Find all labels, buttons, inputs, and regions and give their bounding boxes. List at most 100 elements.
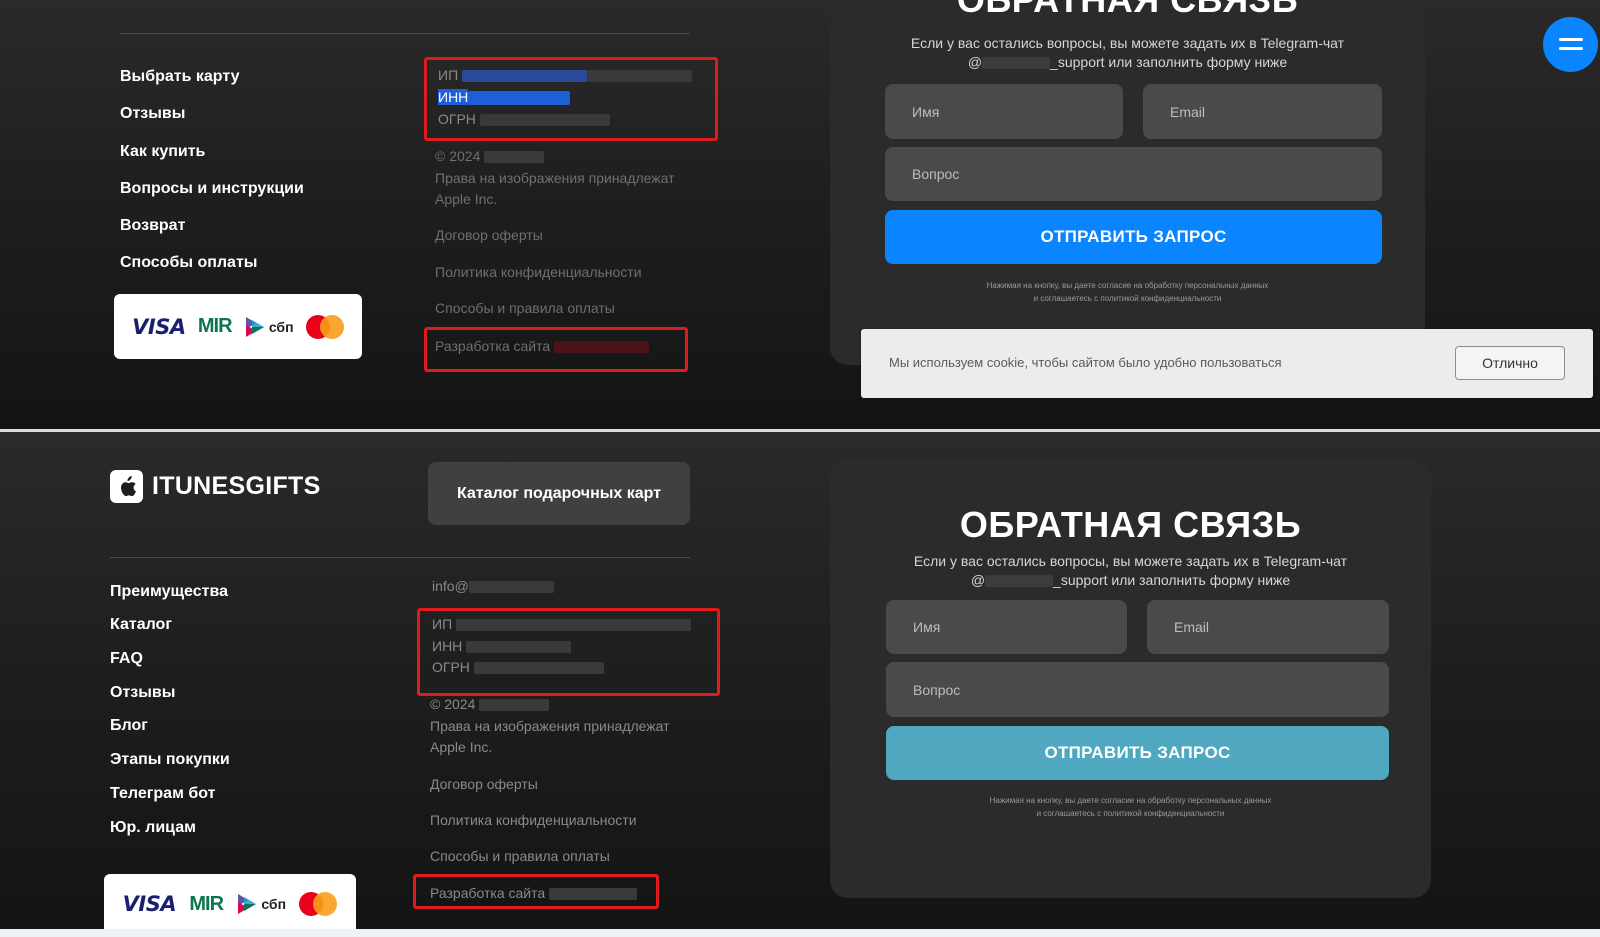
redacted-text	[479, 699, 550, 712]
mir-logo: MIR	[189, 892, 224, 915]
nav-link[interactable]: Отзывы	[110, 684, 175, 702]
legal-inn-label: ИНН	[438, 89, 469, 105]
email-prefix: info@	[432, 578, 469, 594]
copyright-year: © 2024	[435, 148, 481, 164]
redacted-text	[468, 91, 571, 106]
redacted-text	[484, 151, 545, 164]
cookie-banner: Мы используем cookie, чтобы сайтом было …	[861, 329, 1593, 398]
cookie-text: Мы используем cookie, чтобы сайтом было …	[889, 355, 1282, 370]
privacy-policy-link[interactable]: Политика конфиденциальности	[430, 810, 637, 831]
site-logo[interactable]: ITUNESGIFTS	[110, 470, 321, 503]
apple-icon	[110, 470, 143, 503]
consent-line: и соглашаетесь с политикой конфиденциаль…	[1036, 809, 1225, 818]
payment-methods-card: VISA MIR сбп	[114, 294, 362, 359]
visa-logo: VISA	[122, 892, 177, 916]
developer-credit[interactable]: Разработка сайта	[430, 883, 638, 904]
name-input[interactable]: Имя	[885, 84, 1123, 139]
feedback-title: ОБРАТНАЯ СВЯЗЬ	[830, 0, 1425, 21]
submit-request-button[interactable]: ОТПРАВИТЬ ЗАПРОС	[886, 726, 1389, 780]
nav-link[interactable]: Способы оплаты	[120, 254, 257, 272]
legal-ogrn-label: ОГРН	[438, 111, 476, 127]
redacted-text	[587, 70, 693, 83]
submit-request-button[interactable]: ОТПРАВИТЬ ЗАПРОС	[885, 210, 1382, 264]
footer-screenshot-top: Выбрать карту Отзывы Как купить Вопросы …	[0, 0, 1600, 429]
legal-ip: ИП	[432, 614, 692, 635]
sbp-label: сбп	[261, 896, 287, 912]
nav-link[interactable]: FAQ	[110, 650, 143, 668]
nav-link[interactable]: Этапы покупки	[110, 751, 230, 769]
feedback-form-card: ОБРАТНАЯ СВЯЗЬ Если у вас остались вопро…	[830, 0, 1425, 365]
question-input[interactable]: Вопрос	[886, 662, 1389, 717]
sbp-logo: сбп	[244, 315, 294, 339]
nav-link[interactable]: Юр. лицам	[110, 819, 196, 837]
copyright: © 2024	[430, 694, 550, 715]
redacted-text	[468, 581, 554, 594]
image-rights-line: Права на изображения принадлежат	[430, 718, 670, 734]
feedback-description: Если у вас остались вопросы, вы можете з…	[830, 34, 1425, 72]
legal-ip-label: ИП	[438, 67, 459, 83]
nav-link[interactable]: Как купить	[120, 143, 205, 161]
question-input[interactable]: Вопрос	[885, 147, 1382, 201]
cookie-accept-button[interactable]: Отлично	[1455, 346, 1565, 380]
offer-agreement-link[interactable]: Договор оферты	[435, 225, 543, 246]
redacted-text	[479, 114, 610, 127]
telegram-suffix: _support или заполнить форму ниже	[1053, 572, 1291, 588]
nav-link[interactable]: Каталог	[110, 616, 172, 634]
menu-icon[interactable]	[1543, 17, 1598, 72]
developer-credit[interactable]: Разработка сайта	[435, 336, 650, 357]
nav-link[interactable]: Вопросы и инструкции	[120, 180, 304, 198]
sbp-label: сбп	[268, 318, 294, 335]
mir-logo: MIR	[197, 315, 233, 337]
visa-logo: VISA	[132, 314, 186, 339]
telegram-at: @	[967, 54, 983, 70]
nav-link[interactable]: Телеграм бот	[110, 785, 215, 803]
email-input[interactable]: Email	[1143, 84, 1382, 139]
nav-link[interactable]: Преимущества	[110, 583, 228, 601]
name-input[interactable]: Имя	[886, 600, 1127, 654]
consent-line: и соглашаетесь с политикой конфиденциаль…	[1033, 294, 1222, 303]
legal-inn: ИНН	[432, 636, 572, 657]
privacy-policy-link[interactable]: Политика конфиденциальности	[435, 262, 642, 283]
redacted-text	[982, 57, 1051, 70]
divider	[120, 33, 690, 34]
offer-agreement-link[interactable]: Договор оферты	[430, 774, 538, 795]
email-input[interactable]: Email	[1147, 600, 1389, 654]
divider	[110, 557, 690, 558]
redacted-text	[554, 341, 650, 354]
feedback-title: ОБРАТНАЯ СВЯЗЬ	[959, 504, 1302, 545]
logo-text: ITUNESGIFTS	[152, 472, 321, 500]
feedback-desc-line: Если у вас остались вопросы, вы можете з…	[910, 35, 1345, 51]
telegram-at: @	[970, 572, 986, 588]
sbp-logo: сбп	[236, 892, 286, 916]
legal-inn: ИНН	[438, 87, 571, 108]
payment-rules-link[interactable]: Способы и правила оплаты	[430, 846, 610, 867]
legal-ogrn: ОГРН	[438, 109, 610, 130]
feedback-description: Если у вас остались вопросы, вы можете з…	[830, 552, 1431, 590]
image-rights-line: Apple Inc.	[435, 191, 498, 207]
legal-ogrn-label: ОГРН	[432, 659, 470, 675]
nav-link[interactable]: Возврат	[120, 217, 185, 235]
feedback-desc-line: @ _support или заполнить форму ниже	[830, 53, 1425, 72]
redacted-text	[473, 662, 604, 675]
payment-methods-card: VISA MIR сбп	[104, 874, 356, 929]
image-rights-line: Apple Inc.	[430, 739, 493, 755]
footer-screenshot-bottom: ITUNESGIFTS Каталог подарочных карт Преи…	[0, 432, 1600, 929]
nav-link[interactable]: Отзывы	[120, 105, 185, 123]
mastercard-logo-icon	[305, 314, 344, 339]
payment-rules-link[interactable]: Способы и правила оплаты	[435, 298, 615, 319]
page-bottom-strip	[0, 929, 1600, 937]
redacted-text	[456, 619, 692, 632]
consent-note: Нажимая на кнопку, вы даете согласие на …	[830, 279, 1425, 305]
redacted-text	[466, 641, 572, 654]
nav-link[interactable]: Выбрать карту	[120, 68, 240, 86]
legal-inn-label: ИНН	[432, 638, 463, 654]
nav-link[interactable]: Блог	[110, 717, 148, 735]
gift-card-catalog-button[interactable]: Каталог подарочных карт	[428, 462, 690, 525]
developer-credit-label: Разработка сайта	[435, 338, 551, 354]
telegram-suffix: _support или заполнить форму ниже	[1050, 54, 1288, 70]
contact-email[interactable]: info@	[432, 576, 554, 597]
redacted-text	[985, 575, 1054, 588]
consent-note: Нажимая на кнопку, вы даете согласие на …	[830, 794, 1431, 820]
developer-credit-label: Разработка сайта	[430, 885, 546, 901]
mastercard-logo-icon	[299, 892, 338, 916]
